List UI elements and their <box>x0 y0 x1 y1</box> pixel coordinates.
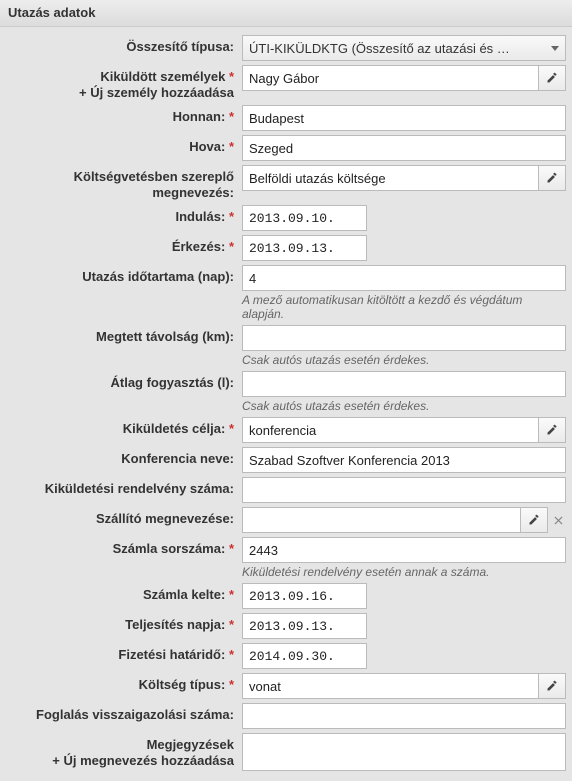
pencil-icon <box>528 514 540 526</box>
label-koltseg-tipus: Költség típus: * <box>4 673 242 693</box>
label-idotartam: Utazás időtartama (nap): <box>4 265 242 285</box>
label-erkezes: Érkezés: * <box>4 235 242 255</box>
osszesito-select[interactable]: ÚTI-KIKÜLDKTG (Összesítő az utazási és … <box>242 35 566 61</box>
szamla-kelte-input[interactable] <box>242 583 367 609</box>
celja-input[interactable] <box>242 417 538 443</box>
label-celja: Kiküldetés célja: * <box>4 417 242 437</box>
label-osszesito: Összesítő típusa: <box>4 35 242 55</box>
panel-title: Utazás adatok <box>0 0 572 27</box>
label-szamla-kelte: Számla kelte: * <box>4 583 242 603</box>
label-honnan: Honnan: * <box>4 105 242 125</box>
edit-szallito-button[interactable] <box>520 507 548 533</box>
konferencia-input[interactable] <box>242 447 566 473</box>
hint-idotartam: A mező automatikusan kitöltött a kezdő é… <box>242 291 566 321</box>
hint-tavolsag: Csak autós utazás esetén érdekes. <box>242 351 566 367</box>
clear-szallito-button[interactable] <box>550 507 566 533</box>
honnan-input[interactable] <box>242 105 566 131</box>
label-szallito: Szállító megnevezése: <box>4 507 242 527</box>
label-tavolsag: Megtett távolság (km): <box>4 325 242 345</box>
erkezes-input[interactable] <box>242 235 367 261</box>
label-szamla-sorszam: Számla sorszáma: * <box>4 537 242 557</box>
pencil-icon <box>546 424 558 436</box>
pencil-icon <box>546 172 558 184</box>
chevron-down-icon <box>551 46 559 51</box>
edit-kikuldott-button[interactable] <box>538 65 566 91</box>
label-fogyasztas: Átlag fogyasztás (l): <box>4 371 242 391</box>
add-note-link[interactable]: + Új megnevezés hozzáadása <box>4 753 234 769</box>
fizetesi-input[interactable] <box>242 643 367 669</box>
tavolsag-input[interactable] <box>242 325 566 351</box>
edit-koltsegvetes-button[interactable] <box>538 165 566 191</box>
hova-input[interactable] <box>242 135 566 161</box>
label-konferencia: Konferencia neve: <box>4 447 242 467</box>
label-foglalas: Foglalás visszaigazolási száma: <box>4 703 242 723</box>
hint-szamla-sorszam: Kiküldetési rendelvény esetén annak a sz… <box>242 563 566 579</box>
koltseg-tipus-input[interactable] <box>242 673 538 699</box>
pencil-icon <box>546 72 558 84</box>
label-koltsegvetes: Költségvetésben szereplő megnevezés: <box>4 165 242 201</box>
megjegyzes-input[interactable] <box>242 733 566 771</box>
add-person-link[interactable]: + Új személy hozzáadása <box>4 85 234 101</box>
label-fizetesi: Fizetési határidő: * <box>4 643 242 663</box>
osszesito-value: ÚTI-KIKÜLDKTG (Összesítő az utazási és … <box>249 41 510 56</box>
label-kikuldott: Kiküldött személyek * + Új személy hozzá… <box>4 65 242 101</box>
label-indulas: Indulás: * <box>4 205 242 225</box>
edit-koltseg-tipus-button[interactable] <box>538 673 566 699</box>
label-megjegyzes: Megjegyzések + Új megnevezés hozzáadása <box>4 733 242 769</box>
teljesites-input[interactable] <box>242 613 367 639</box>
koltsegvetes-input[interactable] <box>242 165 538 191</box>
pencil-icon <box>546 680 558 692</box>
label-rendelveny: Kiküldetési rendelvény száma: <box>4 477 242 497</box>
label-teljesites: Teljesítés napja: * <box>4 613 242 633</box>
fogyasztas-input[interactable] <box>242 371 566 397</box>
szamla-sorszam-input[interactable] <box>242 537 566 563</box>
close-icon <box>554 516 563 525</box>
hint-fogyasztas: Csak autós utazás esetén érdekes. <box>242 397 566 413</box>
szallito-input[interactable] <box>242 507 520 533</box>
kikuldott-input[interactable] <box>242 65 538 91</box>
foglalas-input[interactable] <box>242 703 566 729</box>
indulas-input[interactable] <box>242 205 367 231</box>
label-hova: Hova: * <box>4 135 242 155</box>
edit-celja-button[interactable] <box>538 417 566 443</box>
form: Összesítő típusa: ÚTI-KIKÜLDKTG (Összesí… <box>0 27 572 781</box>
rendelveny-input[interactable] <box>242 477 566 503</box>
idotartam-input[interactable] <box>242 265 566 291</box>
travel-data-panel: Utazás adatok Összesítő típusa: ÚTI-KIKÜ… <box>0 0 572 781</box>
